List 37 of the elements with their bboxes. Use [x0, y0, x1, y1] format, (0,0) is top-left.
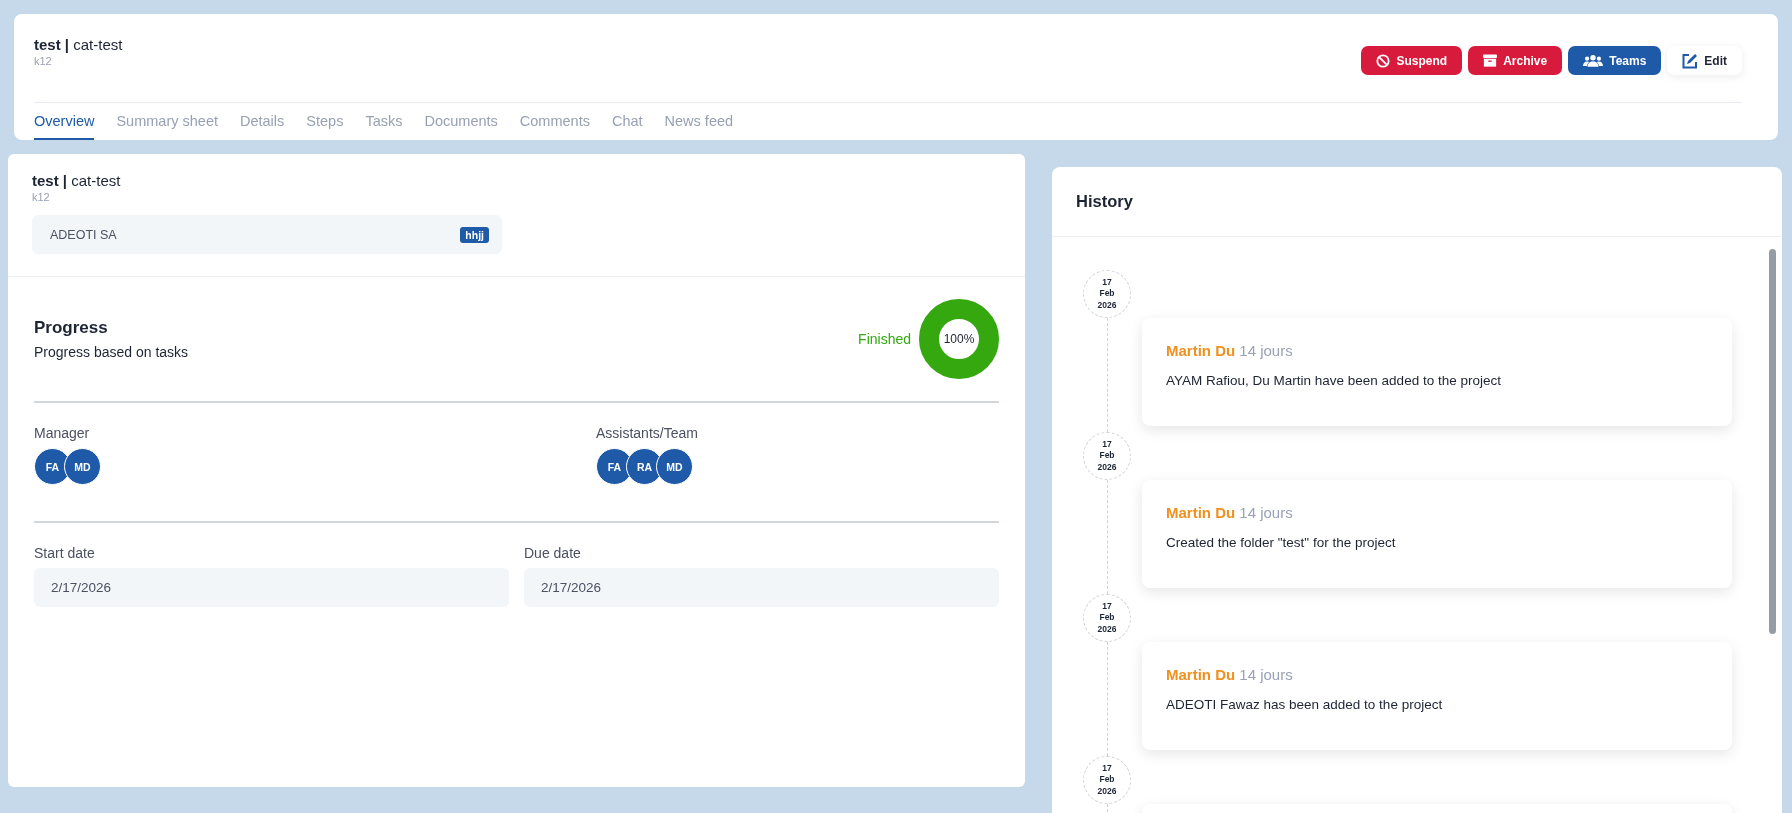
- users-icon: [1583, 54, 1604, 67]
- archive-box-icon: [1483, 54, 1498, 67]
- progress-status: Finished: [858, 331, 911, 347]
- avatar[interactable]: MD: [656, 448, 693, 485]
- suspend-button[interactable]: Suspend: [1361, 46, 1463, 75]
- project-title: test | cat-test: [34, 36, 123, 53]
- edit-icon: [1682, 52, 1699, 69]
- time-ago: 14 jours: [1239, 504, 1293, 521]
- history-text: ADEOTI Fawaz has been added to the project: [1166, 697, 1444, 712]
- avatar[interactable]: MD: [64, 448, 101, 485]
- ban-icon: [1376, 53, 1391, 68]
- client-tag: hhjj: [460, 226, 489, 243]
- progress-percent: 100%: [943, 332, 975, 346]
- project-code: k12: [32, 191, 51, 203]
- date-field[interactable]: 2/17/2026: [34, 568, 509, 607]
- history-text: AYAM Rafiou, Du Martin have been added to the project: [1166, 373, 1502, 388]
- project-title: test | cat-test: [32, 172, 122, 189]
- field-label: Manager: [34, 425, 91, 441]
- project-code: k12: [34, 55, 53, 67]
- field-label: Due date: [524, 545, 582, 561]
- archive-button[interactable]: Archive: [1468, 46, 1563, 75]
- history-title: History: [1076, 192, 1133, 211]
- field-label: Assistants/Team: [596, 425, 698, 441]
- field-label: Start date: [34, 545, 96, 561]
- progress-subtitle: Progress based on tasks: [34, 344, 189, 360]
- edit-button[interactable]: Edit: [1667, 46, 1742, 75]
- date-field[interactable]: 2/17/2026: [524, 568, 999, 607]
- progress-heading: Progress: [34, 318, 109, 338]
- author-name: Martin Du: [1166, 666, 1236, 683]
- history-text: Created the folder "test" for the project: [1166, 535, 1397, 550]
- client-name: ADEOTI SA: [50, 227, 117, 242]
- time-ago: 14 jours: [1239, 342, 1293, 359]
- teams-button[interactable]: Teams: [1568, 46, 1662, 75]
- author-name: Martin Du: [1166, 504, 1236, 521]
- author-name: Martin Du: [1166, 342, 1236, 359]
- tab[interactable]: Overview: [34, 103, 95, 140]
- time-ago: 14 jours: [1239, 666, 1293, 683]
